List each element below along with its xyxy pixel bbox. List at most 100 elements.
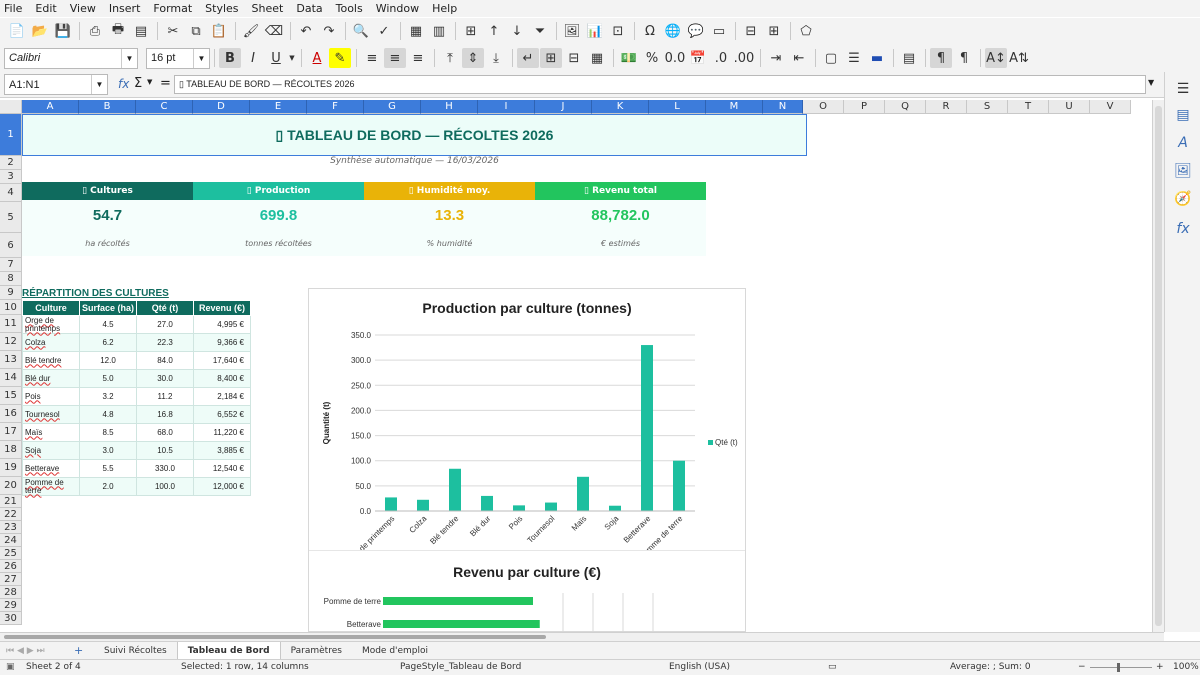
properties-icon[interactable]: ▤ [1174, 106, 1192, 124]
column-header-E[interactable]: E [250, 100, 307, 114]
bar[interactable] [641, 345, 653, 511]
gallery-icon[interactable]: 🖼 [1174, 162, 1192, 180]
table-cell[interactable]: 9,366 € [193, 333, 251, 352]
italic-icon[interactable]: I [242, 48, 264, 68]
bar[interactable] [383, 597, 533, 605]
comment-icon[interactable]: 💬 [685, 21, 707, 41]
export-pdf-icon[interactable]: ⎙ [84, 21, 106, 41]
kpi-subtitle[interactable]: € estimés [535, 231, 706, 256]
split-window-icon[interactable]: ⊞ [763, 21, 785, 41]
row-header-1[interactable]: 1 [0, 114, 22, 156]
name-box[interactable]: A1:N1 ▼ [4, 74, 108, 95]
table-cell[interactable]: Soja [22, 441, 80, 460]
selection-mode-icon[interactable]: ▭ [828, 662, 837, 672]
horizontal-scrollbar[interactable] [0, 632, 1164, 641]
column-header-T[interactable]: T [1008, 100, 1049, 114]
row-header-5[interactable]: 5 [0, 202, 22, 233]
row-header-19[interactable]: 19 [0, 459, 22, 477]
font-size-box[interactable]: 16 pt ▼ [146, 47, 210, 69]
row-icon[interactable]: ▦ [405, 21, 427, 41]
formula-equals-icon[interactable]: = [160, 76, 171, 91]
increase-indent-icon[interactable]: ⇥ [765, 48, 787, 68]
table-cell[interactable]: Orge de printemps [22, 315, 80, 334]
row-header-18[interactable]: 18 [0, 441, 22, 459]
table-cell[interactable]: Betterave [22, 459, 80, 478]
table-cell[interactable]: 8.5 [79, 423, 137, 442]
row-header-23[interactable]: 23 [0, 521, 22, 534]
table-cell[interactable]: 4.8 [79, 405, 137, 424]
column-header-C[interactable]: C [136, 100, 193, 114]
row-header-16[interactable]: 16 [0, 405, 22, 423]
table-cell[interactable]: 5.5 [79, 459, 137, 478]
menu-format[interactable]: Format [153, 2, 192, 15]
underline-icon[interactable]: U [265, 48, 287, 68]
kpi-value[interactable]: 54.7 [22, 200, 193, 231]
section-title[interactable]: RÉPARTITION DES CULTURES [22, 288, 169, 299]
column-header-L[interactable]: L [649, 100, 706, 114]
charts-area[interactable]: Production par culture (tonnes) 0.0 50.0 10… [308, 288, 746, 632]
vertical-scroll-thumb[interactable] [1155, 106, 1162, 626]
bar[interactable] [513, 505, 525, 511]
table-cell[interactable]: 30.0 [136, 369, 194, 388]
align-center-icon[interactable]: ≡ [384, 48, 406, 68]
column-header-V[interactable]: V [1090, 100, 1131, 114]
table-cell[interactable]: 84.0 [136, 351, 194, 370]
table-cell[interactable]: 11.2 [136, 387, 194, 406]
row-header-29[interactable]: 29 [0, 599, 22, 612]
kpi-header[interactable]: ▯ Cultures [22, 182, 193, 200]
sort-ascending-icon[interactable]: ↑ [483, 21, 505, 41]
clone-format-icon[interactable]: 🖌 [240, 21, 262, 41]
sort-descending-icon[interactable]: ↓ [506, 21, 528, 41]
spelling-icon[interactable]: ✓ [373, 21, 395, 41]
column-header-A[interactable]: A [22, 100, 79, 114]
autofilter-icon[interactable]: ⏷ [529, 21, 551, 41]
chevron-down-icon[interactable]: ▼ [121, 48, 137, 68]
menu-sheet[interactable]: Sheet [252, 2, 284, 15]
kpi-value[interactable]: 699.8 [193, 200, 364, 231]
table-cell[interactable]: 3,885 € [193, 441, 251, 460]
draw-functions-icon[interactable]: ⬠ [795, 21, 817, 41]
table-cell[interactable]: Tournesol [22, 405, 80, 424]
menu-edit[interactable]: Edit [35, 2, 56, 15]
sum-icon[interactable]: Σ [134, 76, 142, 91]
table-header-cell[interactable]: Revenu (€) [193, 300, 251, 316]
bar[interactable] [577, 476, 589, 511]
dashboard-title[interactable]: ▯ TABLEAU DE BORD — RÉCOLTES 2026 [22, 114, 807, 156]
bar[interactable] [609, 505, 621, 511]
column-header-D[interactable]: D [193, 100, 250, 114]
zoom-in-icon[interactable]: + [1156, 662, 1164, 672]
row-header-3[interactable]: 3 [0, 170, 22, 184]
column-header-R[interactable]: R [926, 100, 967, 114]
table-cell[interactable]: Pois [22, 387, 80, 406]
column-header-Q[interactable]: Q [885, 100, 926, 114]
row-header-21[interactable]: 21 [0, 495, 22, 508]
navigator-icon[interactable]: 🧭 [1174, 190, 1192, 208]
zoom-slider-thumb[interactable] [1117, 663, 1120, 672]
table-cell[interactable]: 4.5 [79, 315, 137, 334]
row-header-15[interactable]: 15 [0, 387, 22, 405]
function-wizard-icon[interactable]: fx [118, 77, 129, 91]
column-header-N[interactable]: N [763, 100, 803, 114]
chevron-down-icon[interactable]: ▼ [193, 48, 209, 68]
table-cell[interactable]: 3.2 [79, 387, 137, 406]
kpi-value[interactable]: 13.3 [364, 200, 535, 231]
column-header-S[interactable]: S [967, 100, 1008, 114]
row-header-14[interactable]: 14 [0, 369, 22, 387]
bar[interactable] [385, 497, 397, 511]
horizontal-scroll-thumb[interactable] [4, 635, 546, 639]
kpi-subtitle[interactable]: tonnes récoltées [193, 231, 364, 256]
border-style-icon[interactable]: ☰ [843, 48, 865, 68]
menu-file[interactable]: File [4, 2, 22, 15]
currency-icon[interactable]: 💵 [618, 48, 640, 68]
functions-icon[interactable]: fx [1174, 220, 1192, 238]
table-cell[interactable]: Colza [22, 333, 80, 352]
redo-icon[interactable]: ↷ [318, 21, 340, 41]
row-header-22[interactable]: 22 [0, 508, 22, 521]
bar[interactable] [545, 502, 557, 511]
menu-styles[interactable]: Styles [205, 2, 238, 15]
row-header-28[interactable]: 28 [0, 586, 22, 599]
add-sheet-icon[interactable]: + [74, 644, 94, 657]
freeze-rows-icon[interactable]: ⊟ [740, 21, 762, 41]
table-cell[interactable]: 5.0 [79, 369, 137, 388]
sheet-tab[interactable]: Mode d'emploi [352, 642, 438, 659]
